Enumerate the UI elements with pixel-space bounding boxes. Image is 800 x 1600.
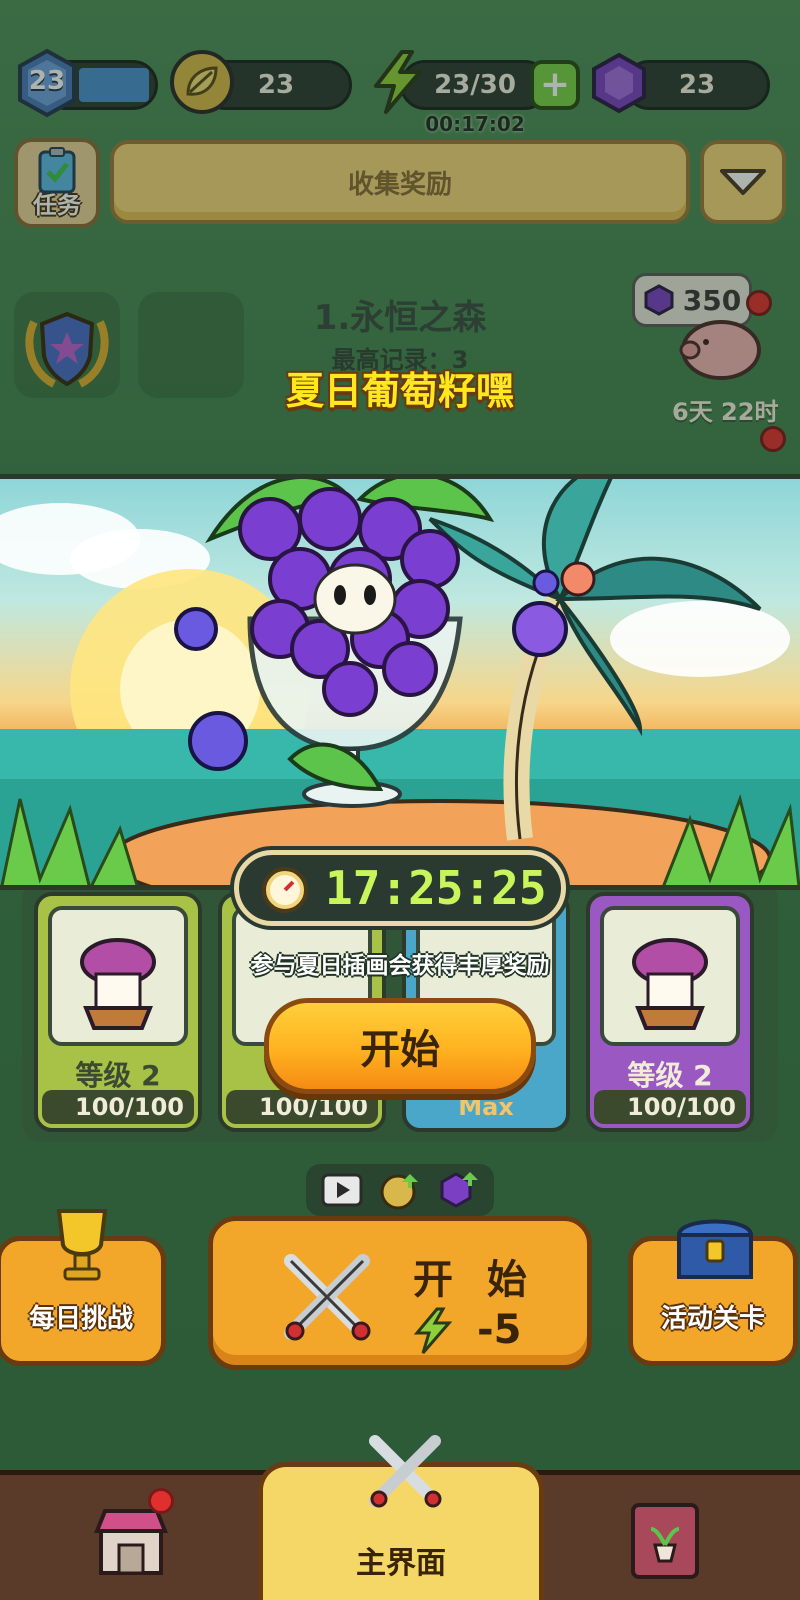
task-button[interactable]: 任务 bbox=[14, 138, 100, 228]
stage-title: 1.永恒之森 bbox=[313, 298, 487, 338]
event-countdown-text: 17:25:25 bbox=[325, 861, 547, 915]
card-fragments: Max bbox=[458, 1093, 514, 1121]
nav-shop[interactable] bbox=[86, 1488, 176, 1586]
daily-challenge-label: 每日挑战 bbox=[28, 1304, 133, 1334]
gem-count: 23 bbox=[678, 70, 716, 100]
nav-plant-book[interactable] bbox=[620, 1496, 710, 1586]
event-stage-label: 活动关卡 bbox=[660, 1304, 765, 1334]
piggy-time-left: 6天 22时 bbox=[672, 398, 779, 426]
card-level: 等级 2 bbox=[627, 1059, 713, 1092]
energy-value: 23/30 bbox=[434, 70, 516, 100]
event-illustration bbox=[0, 479, 800, 885]
piggy-bank-icon[interactable] bbox=[676, 310, 766, 384]
plant-book-icon bbox=[631, 1503, 699, 1579]
event-description: 参与夏日插画会获得丰厚奖励 bbox=[250, 953, 550, 979]
daily-challenge-button[interactable]: 每日挑战 bbox=[0, 1209, 166, 1366]
event-start-button[interactable]: 开始 bbox=[264, 998, 536, 1094]
lightning-icon bbox=[413, 1307, 453, 1354]
dropdown-button[interactable] bbox=[700, 140, 786, 224]
piggy-notification-dot bbox=[746, 290, 772, 316]
level-progress-fill bbox=[79, 68, 149, 102]
event-banner[interactable] bbox=[0, 474, 800, 890]
treasure-chest-icon bbox=[676, 1219, 754, 1279]
event-title: 夏日葡萄籽嘿 bbox=[285, 369, 514, 413]
boost-row bbox=[306, 1164, 494, 1216]
video-icon[interactable] bbox=[320, 1170, 364, 1210]
card-level: 等级 2 bbox=[75, 1059, 161, 1092]
clipboard-icon bbox=[38, 147, 76, 194]
leaf-count: 23 bbox=[257, 70, 295, 100]
stopwatch-icon bbox=[262, 867, 308, 913]
level-number: 23 bbox=[28, 66, 66, 96]
card-fragments: 100/100 bbox=[226, 1090, 378, 1124]
collect-reward-label: 收集奖励 bbox=[347, 169, 452, 200]
crossed-swords-icon bbox=[284, 1254, 371, 1341]
laurel-shield-icon bbox=[25, 311, 109, 388]
start-game-button[interactable]: 开 始 -5 bbox=[208, 1216, 592, 1370]
leaf-icon bbox=[170, 50, 234, 114]
add-energy-button[interactable]: + bbox=[530, 60, 580, 110]
leaf-boost-icon bbox=[380, 1174, 418, 1210]
card-fragments: 100/100 bbox=[42, 1090, 194, 1124]
energy-refill-timer: 00:17:02 bbox=[425, 112, 525, 136]
crossed-swords-icon bbox=[369, 1435, 442, 1508]
plus-icon: + bbox=[539, 64, 571, 105]
nav-main-screen[interactable]: 主界面 bbox=[258, 1435, 544, 1600]
shop-notification-dot bbox=[148, 1488, 174, 1514]
start-game-label: 开 始 bbox=[413, 1257, 537, 1303]
card-fragments: 100/100 bbox=[594, 1090, 746, 1124]
gem-boost-icon bbox=[440, 1172, 478, 1208]
start-energy-cost: -5 bbox=[477, 1307, 522, 1353]
event-stage-button[interactable]: 活动关卡 bbox=[628, 1219, 798, 1366]
nav-main-label: 主界面 bbox=[356, 1546, 446, 1581]
gem-icon bbox=[588, 52, 650, 114]
event-countdown: 17:25:25 bbox=[234, 850, 566, 926]
game-screen: 23 23 23/30 + 00:17:02 23 任务 收集奖励 1.永恒之森… bbox=[0, 0, 800, 1600]
character-card[interactable]: 等级 2 100/100 bbox=[586, 892, 754, 1132]
gem-icon bbox=[644, 284, 674, 316]
lightning-icon bbox=[368, 50, 428, 114]
rank-slot[interactable] bbox=[14, 292, 120, 398]
trophy-icon bbox=[56, 1209, 108, 1281]
event-start-label: 开始 bbox=[360, 1027, 440, 1073]
chevron-down-icon bbox=[720, 169, 766, 195]
event-notification-dot bbox=[760, 426, 786, 452]
collect-reward-bar[interactable]: 收集奖励 bbox=[110, 140, 690, 224]
character-card[interactable]: 等级 2 100/100 bbox=[34, 892, 202, 1132]
level-star-icon[interactable]: 23 bbox=[12, 48, 82, 118]
